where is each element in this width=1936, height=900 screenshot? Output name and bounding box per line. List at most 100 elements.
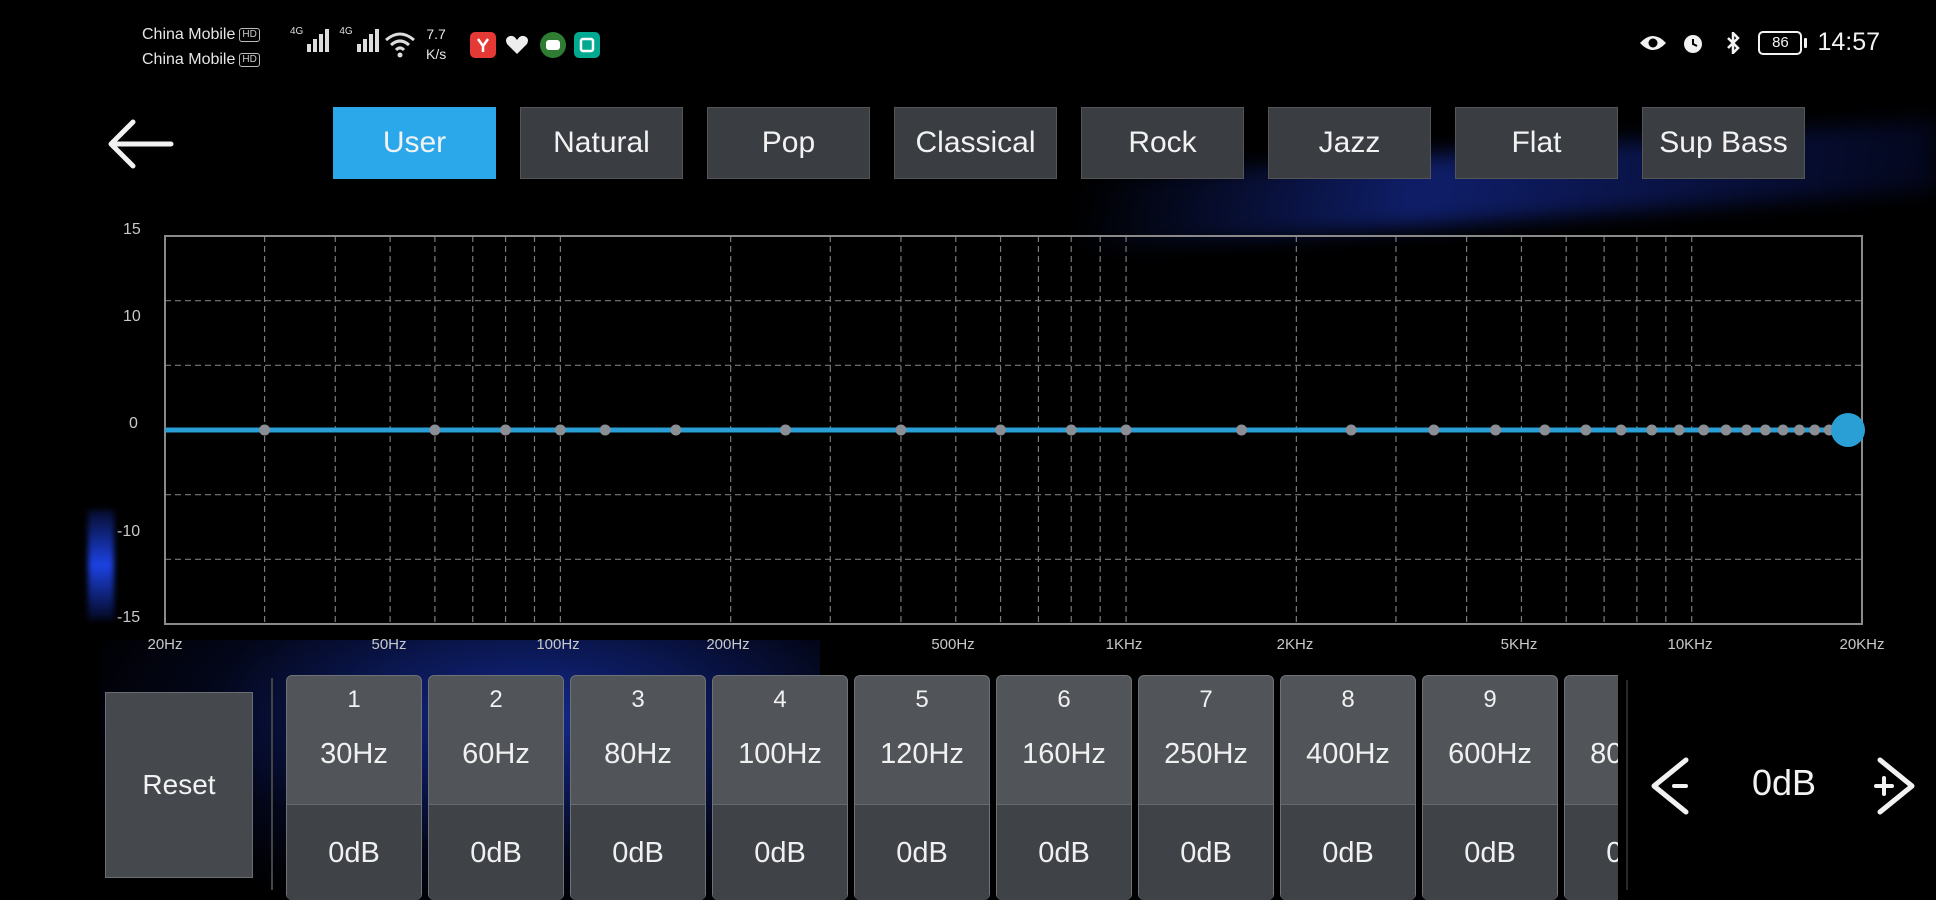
band-frequency: 100Hz bbox=[738, 738, 822, 770]
band-card[interactable]: 2 60Hz 0dB bbox=[428, 675, 564, 900]
band-gain: 0dB bbox=[470, 837, 522, 869]
eq-point bbox=[1759, 424, 1771, 436]
reset-label: Reset bbox=[142, 769, 216, 800]
band-frequency: 250Hz bbox=[1164, 738, 1248, 770]
decrease-gain-button[interactable] bbox=[1640, 750, 1700, 822]
band-gain-box: 0dB bbox=[429, 804, 563, 900]
divider bbox=[1626, 680, 1628, 890]
x-axis-tick: 500Hz bbox=[931, 636, 975, 653]
x-axis-tick: 10KHz bbox=[1667, 636, 1713, 653]
band-frequency: 30Hz bbox=[320, 738, 388, 770]
eq-point bbox=[554, 424, 566, 436]
band-list[interactable]: 1 30Hz 0dB 2 60Hz 0dB 3 80Hz 0dB 4 100Hz 0dB 5 120Hz 0… bbox=[283, 672, 1618, 900]
band-gain: 0dB bbox=[1180, 837, 1232, 869]
divider bbox=[271, 678, 273, 890]
band-number: 10 bbox=[1565, 686, 1618, 714]
band-gain-box: 0dB bbox=[1565, 804, 1618, 900]
band-gain: 0dB bbox=[612, 837, 664, 869]
band-gain-box: 0dB bbox=[287, 804, 421, 900]
band-frequency: 60Hz bbox=[462, 738, 530, 770]
eq-point bbox=[995, 424, 1007, 436]
band-gain-box: 0dB bbox=[855, 804, 989, 900]
eq-point bbox=[1539, 424, 1551, 436]
band-number: 8 bbox=[1341, 686, 1355, 713]
selected-gain-value: 0dB bbox=[1751, 762, 1817, 803]
eq-point bbox=[779, 424, 791, 436]
y-axis-tick: -15 bbox=[117, 609, 141, 626]
plus-arrow-icon bbox=[1874, 757, 1915, 815]
reset-button[interactable]: Reset bbox=[105, 692, 253, 878]
band-frequency: 120Hz bbox=[880, 738, 964, 770]
band-frequency: 400Hz bbox=[1306, 738, 1390, 770]
eq-point bbox=[1345, 424, 1357, 436]
increase-gain-button[interactable] bbox=[1866, 750, 1926, 822]
x-axis-tick: 50Hz bbox=[371, 636, 407, 653]
band-frequency: 800Hz bbox=[1590, 738, 1618, 770]
band-card[interactable]: 4 100Hz 0dB bbox=[712, 675, 848, 900]
band-card[interactable]: 3 80Hz 0dB bbox=[570, 675, 706, 900]
eq-point bbox=[1809, 424, 1821, 436]
band-number: 6 bbox=[1057, 686, 1071, 713]
band-gain-box: 0dB bbox=[713, 804, 847, 900]
band-gain-box: 0dB bbox=[571, 804, 705, 900]
band-frequency: 600Hz bbox=[1448, 738, 1532, 770]
y-axis-tick: 15 bbox=[123, 221, 141, 238]
x-axis-tick: 20KHz bbox=[1839, 636, 1885, 653]
band-number: 4 bbox=[773, 686, 787, 713]
y-axis-tick: 10 bbox=[123, 308, 141, 325]
band-gain: 0dB bbox=[328, 837, 380, 869]
band-gain: 0dB bbox=[1322, 837, 1374, 869]
band-gain-box: 0dB bbox=[997, 804, 1131, 900]
band-card[interactable]: 1 30Hz 0dB bbox=[286, 675, 422, 900]
eq-point bbox=[1720, 424, 1732, 436]
eq-point bbox=[1741, 424, 1753, 436]
minus-arrow-icon bbox=[1651, 757, 1689, 815]
band-number: 2 bbox=[489, 686, 503, 713]
eq-point bbox=[1646, 424, 1658, 436]
eq-point bbox=[1673, 424, 1685, 436]
eq-point bbox=[599, 424, 611, 436]
band-card[interactable]: 7 250Hz 0dB bbox=[1138, 675, 1274, 900]
x-axis-tick: 5KHz bbox=[1500, 636, 1538, 653]
eq-point bbox=[1120, 424, 1132, 436]
band-card[interactable]: 6 160Hz 0dB bbox=[996, 675, 1132, 900]
band-gain: 0dB bbox=[896, 837, 948, 869]
eq-point bbox=[1428, 424, 1440, 436]
band-gain: 0dB bbox=[1606, 837, 1618, 869]
eq-curve-graph bbox=[164, 235, 1865, 625]
x-axis-tick: 100Hz bbox=[536, 636, 580, 653]
eq-point bbox=[1580, 424, 1592, 436]
band-number: 3 bbox=[631, 686, 645, 713]
eq-point bbox=[1793, 424, 1805, 436]
band-gain: 0dB bbox=[1464, 837, 1516, 869]
eq-point bbox=[895, 424, 907, 436]
band-gain-box: 0dB bbox=[1423, 804, 1557, 900]
band-card[interactable]: 8 400Hz 0dB bbox=[1280, 675, 1416, 900]
eq-point bbox=[1065, 424, 1077, 436]
band-card[interactable]: 5 120Hz 0dB bbox=[854, 675, 990, 900]
band-gain: 0dB bbox=[754, 837, 806, 869]
eq-point bbox=[429, 424, 441, 436]
eq-point bbox=[670, 424, 682, 436]
eq-point bbox=[1615, 424, 1627, 436]
band-frequency: 80Hz bbox=[604, 738, 672, 770]
band-gain-box: 0dB bbox=[1139, 804, 1273, 900]
band-gain-box: 0dB bbox=[1281, 804, 1415, 900]
x-axis-tick: 20Hz bbox=[147, 636, 183, 653]
eq-point bbox=[1777, 424, 1789, 436]
y-axis-tick: 0 bbox=[129, 415, 138, 432]
band-frequency: 160Hz bbox=[1022, 738, 1106, 770]
band-card[interactable]: 10 800Hz 0dB bbox=[1564, 675, 1618, 900]
eq-point bbox=[1490, 424, 1502, 436]
band-gain: 0dB bbox=[1038, 837, 1090, 869]
eq-point bbox=[1236, 424, 1248, 436]
eq-point bbox=[500, 424, 512, 436]
x-axis-tick: 2KHz bbox=[1276, 636, 1314, 653]
band-number: 7 bbox=[1199, 686, 1213, 713]
band-number: 1 bbox=[347, 686, 361, 713]
x-axis-tick: 1KHz bbox=[1105, 636, 1143, 653]
y-axis-tick: -10 bbox=[117, 523, 141, 540]
band-number: 9 bbox=[1483, 686, 1497, 713]
band-card[interactable]: 9 600Hz 0dB bbox=[1422, 675, 1558, 900]
band-number: 5 bbox=[915, 686, 929, 713]
